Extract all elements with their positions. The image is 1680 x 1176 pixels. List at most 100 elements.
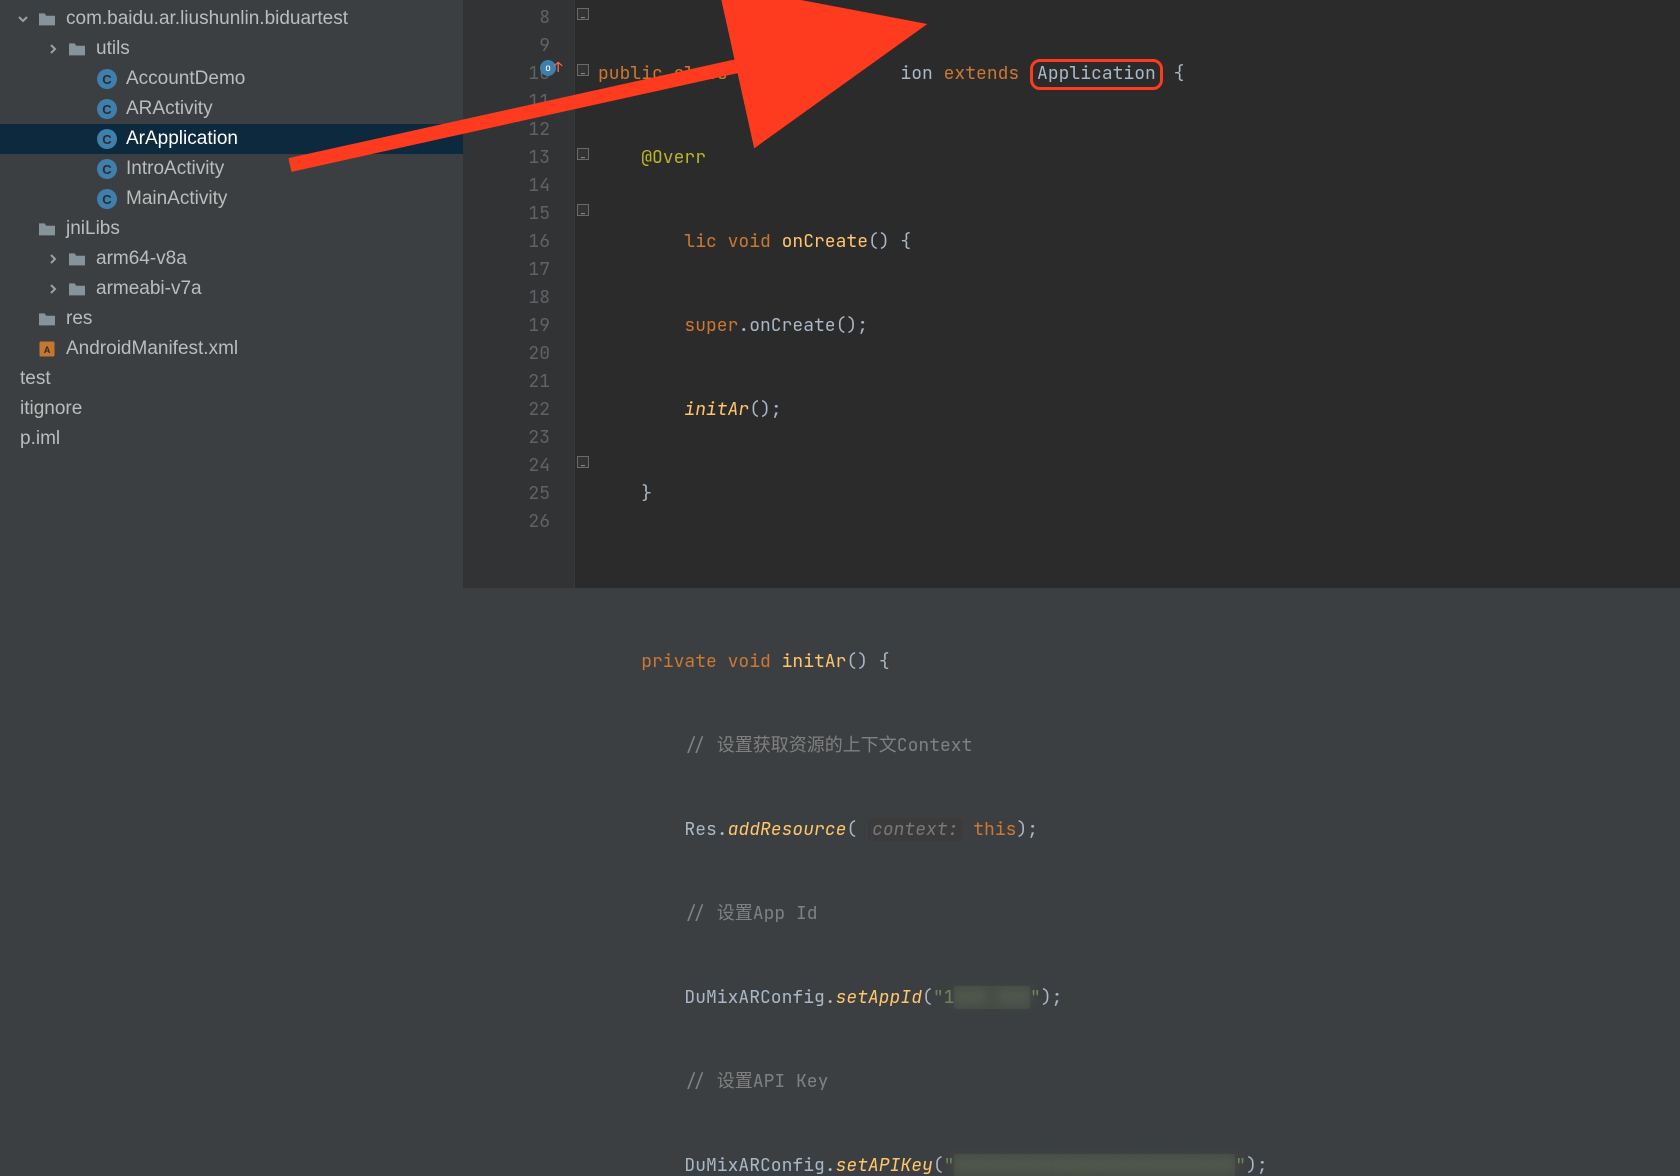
tree-item-accountdemo[interactable]: CAccountDemo xyxy=(0,64,463,94)
tree-item-com-baidu-ar-liushunlin-biduartest[interactable]: com.baidu.ar.liushunlin.biduartest xyxy=(0,4,463,34)
tree-item-label: jniLibs xyxy=(66,218,120,240)
line-number: 18 xyxy=(464,284,550,312)
line-number: 26 xyxy=(464,508,550,536)
line-number: 23 xyxy=(464,424,550,452)
fold-toggle[interactable] xyxy=(577,148,589,160)
tree-item-label: itignore xyxy=(20,398,82,420)
override-gutter-icon[interactable]: o xyxy=(540,60,556,76)
code-token: Res. xyxy=(684,818,727,841)
folder-icon xyxy=(66,278,88,300)
class-icon: C xyxy=(96,128,118,150)
code-area[interactable]: public class ArApplxxxxxxxxxion extends … xyxy=(592,0,1680,588)
line-number: 14 xyxy=(464,172,550,200)
line-number: 15 xyxy=(464,200,550,228)
line-number: 12 xyxy=(464,116,550,144)
arrow-spacer xyxy=(0,402,14,416)
code-token: ( xyxy=(846,818,868,841)
folder-icon xyxy=(36,8,58,30)
code-token: addResource xyxy=(728,818,847,841)
arrow-spacer xyxy=(16,342,30,356)
code-token: lic void xyxy=(684,230,781,253)
fold-toggle[interactable] xyxy=(577,8,589,20)
code-token: initAr xyxy=(782,650,847,673)
line-number: 25 xyxy=(464,480,550,508)
tree-item-label: test xyxy=(20,368,51,390)
tree-item-utils[interactable]: utils xyxy=(0,34,463,64)
code-token: ); xyxy=(1041,986,1063,1009)
tree-item-androidmanifest-xml[interactable]: AAndroidManifest.xml xyxy=(0,334,463,364)
redacted-text: XXX XXX xyxy=(954,986,1030,1009)
tree-item-jnilibs[interactable]: jniLibs xyxy=(0,214,463,244)
fold-toggle[interactable] xyxy=(577,64,589,76)
tree-item-label: ARActivity xyxy=(126,98,213,120)
tree-item-label: ArApplication xyxy=(126,128,238,150)
code-token: setAppId xyxy=(836,986,922,1009)
highlighted-application: Application xyxy=(1030,59,1163,90)
tree-item-p-iml[interactable]: p.iml xyxy=(0,424,463,454)
arrow-spacer xyxy=(0,432,14,446)
folder-icon xyxy=(66,248,88,270)
tree-item-label: armeabi-v7a xyxy=(96,278,202,300)
tree-item-armeabi-v7a[interactable]: armeabi-v7a xyxy=(0,274,463,304)
redacted-text: XXXXXXXXXXXXXXXXXXXXXXXXXX xyxy=(954,1154,1235,1176)
class-icon: C xyxy=(96,68,118,90)
folder-icon xyxy=(36,308,58,330)
fold-column[interactable] xyxy=(574,0,592,588)
xml-file-icon: A xyxy=(36,338,58,360)
tree-item-label: IntroActivity xyxy=(126,158,224,180)
code-string: " xyxy=(944,1154,955,1176)
arrow-spacer xyxy=(76,102,90,116)
tree-item-arapplication[interactable]: C ArApplication xyxy=(0,124,463,154)
tree-item-test[interactable]: test xyxy=(0,364,463,394)
arrow-spacer xyxy=(76,162,90,176)
code-token: extends xyxy=(933,62,1030,85)
line-number: 8 xyxy=(464,4,550,32)
tree-item-arm64-v8a[interactable]: arm64-v8a xyxy=(0,244,463,274)
chevron-right-icon[interactable] xyxy=(46,282,60,296)
folder-icon xyxy=(36,218,58,240)
code-comment: // 设置App Id xyxy=(684,902,817,925)
code-token: ( xyxy=(933,1154,944,1176)
arrow-spacer xyxy=(16,222,30,236)
chevron-right-icon[interactable] xyxy=(46,42,60,56)
fold-toggle[interactable] xyxy=(577,204,589,216)
code-token: () { xyxy=(868,230,911,253)
line-gutter: o 891011121314151617181920212223242526 xyxy=(464,0,574,588)
code-token: .onCreate(); xyxy=(738,314,868,337)
line-number: 13 xyxy=(464,144,550,172)
line-number: 10 xyxy=(464,60,550,88)
code-token: @Overr xyxy=(641,146,706,169)
code-token: private void xyxy=(641,650,781,673)
line-number: 20 xyxy=(464,340,550,368)
code-token: initAr xyxy=(684,398,749,421)
code-string: " xyxy=(1235,1154,1246,1176)
tree-item-res[interactable]: res xyxy=(0,304,463,334)
line-number: 22 xyxy=(464,396,550,424)
code-editor[interactable]: o 891011121314151617181920212223242526 p… xyxy=(464,0,1680,588)
fold-toggle[interactable] xyxy=(577,456,589,468)
code-token: () { xyxy=(846,650,889,673)
chevron-right-icon[interactable] xyxy=(46,252,60,266)
line-number: 19 xyxy=(464,312,550,340)
tree-item-label: res xyxy=(66,308,92,330)
tree-item-aractivity[interactable]: C ARActivity xyxy=(0,94,463,124)
arrow-spacer xyxy=(76,132,90,146)
chevron-down-icon[interactable] xyxy=(16,12,30,26)
tree-item-introactivity[interactable]: CIntroActivity xyxy=(0,154,463,184)
line-number: 9 xyxy=(464,32,550,60)
line-number: 24 xyxy=(464,452,550,480)
code-token: setAPIKey xyxy=(836,1154,933,1176)
code-token: ArAppl xyxy=(738,62,803,85)
code-token: ( xyxy=(922,986,933,1009)
tree-item-label: utils xyxy=(96,38,130,60)
arrow-spacer xyxy=(0,372,14,386)
code-token: onCreate xyxy=(782,230,868,253)
tree-item-mainactivity[interactable]: CMainActivity xyxy=(0,184,463,214)
code-string: "1 xyxy=(933,986,955,1009)
class-icon: C xyxy=(96,98,118,120)
code-token: } xyxy=(641,482,652,505)
line-number: 17 xyxy=(464,256,550,284)
tree-item-itignore[interactable]: itignore xyxy=(0,394,463,424)
project-tree[interactable]: com.baidu.ar.liushunlin.biduartest utils C… xyxy=(0,0,464,588)
code-token: DuMixARConfig. xyxy=(684,986,835,1009)
